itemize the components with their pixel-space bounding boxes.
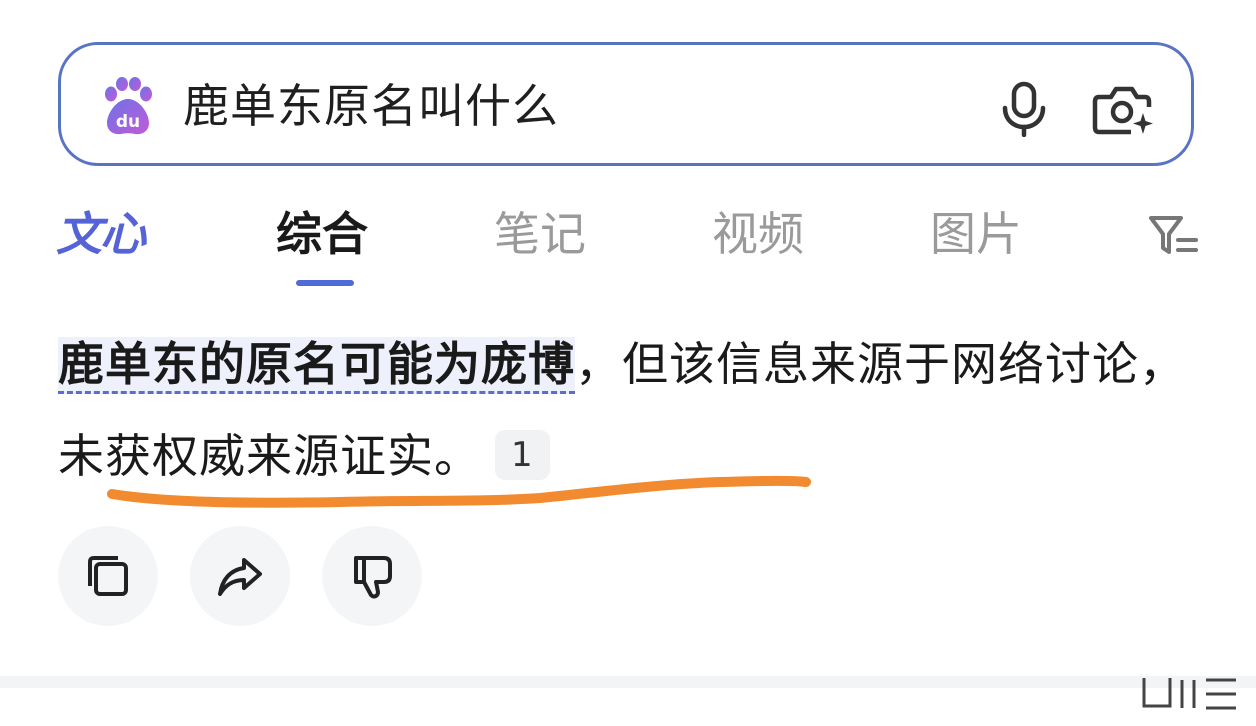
share-icon bbox=[218, 558, 262, 596]
search-bar[interactable]: du 鹿单东原名叫什么 bbox=[58, 42, 1194, 166]
search-input[interactable]: 鹿单东原名叫什么 bbox=[183, 75, 559, 137]
thumbs-down-icon bbox=[354, 556, 392, 599]
watermark-icon bbox=[1142, 678, 1236, 710]
tab-notes[interactable]: 笔记 bbox=[494, 204, 586, 264]
share-button[interactable] bbox=[190, 526, 290, 626]
microphone-icon[interactable] bbox=[999, 81, 1049, 137]
baidu-paw-icon[interactable]: du bbox=[99, 77, 157, 137]
camera-ai-icon[interactable] bbox=[1091, 81, 1157, 137]
answer-highlight[interactable]: 鹿单东的原名可能为庞博 bbox=[58, 337, 575, 394]
tab-bar: 文心 综合 笔记 视频 图片 bbox=[0, 196, 1256, 292]
svg-text:du: du bbox=[116, 112, 140, 132]
tab-images[interactable]: 图片 bbox=[930, 204, 1022, 264]
dislike-button[interactable] bbox=[322, 526, 422, 626]
active-tab-indicator bbox=[296, 280, 354, 286]
search-results-page: du 鹿单东原名叫什么 文心 综合 笔记 视频 图片 鹿单东的原名可能为庞博，但… bbox=[0, 0, 1256, 726]
section-divider bbox=[0, 676, 1256, 688]
filter-icon[interactable] bbox=[1148, 214, 1200, 258]
orange-underline-annotation bbox=[107, 475, 811, 508]
copy-icon bbox=[88, 556, 128, 596]
copy-button[interactable] bbox=[58, 526, 158, 626]
tab-wenxin[interactable]: 文心 bbox=[56, 204, 146, 264]
tab-videos[interactable]: 视频 bbox=[712, 204, 804, 264]
tab-comprehensive[interactable]: 综合 bbox=[276, 204, 368, 264]
